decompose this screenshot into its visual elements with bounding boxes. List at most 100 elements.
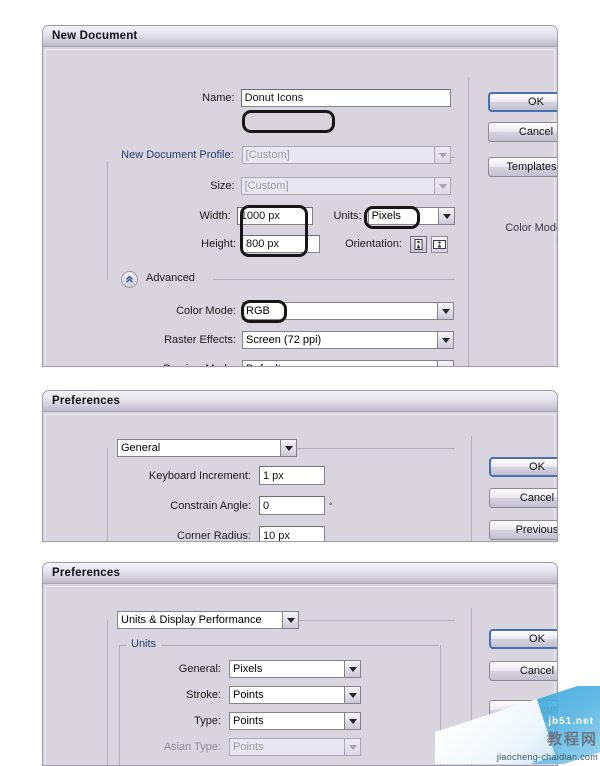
- preview-mode-combo[interactable]: Default: [242, 360, 454, 366]
- units-inner-rule-left: [119, 645, 127, 646]
- units-asian-type-combo: Points: [229, 738, 361, 756]
- chevron-down-icon[interactable]: [437, 331, 454, 349]
- preferences-panel-select[interactable]: Units & Display Performance: [117, 611, 299, 629]
- size-row: Size: [Custom]: [51, 177, 451, 195]
- cancel-button[interactable]: Cancel: [488, 122, 557, 142]
- chevron-down-icon[interactable]: [282, 611, 299, 629]
- chevron-down-icon: [344, 738, 361, 756]
- units-general-combo[interactable]: Pixels: [229, 660, 361, 678]
- width-input[interactable]: 1000 px: [236, 207, 313, 225]
- orientation-buttons: [410, 235, 452, 253]
- advanced-disclosure-icon[interactable]: [121, 271, 138, 288]
- info-color-mode: Color Mode:RGB: [505, 222, 557, 234]
- keyboard-increment-input[interactable]: 1 px: [259, 466, 325, 485]
- new-document-title: New Document: [43, 26, 557, 47]
- size-combo[interactable]: [Custom]: [240, 177, 451, 195]
- units-combo[interactable]: Pixels: [367, 207, 455, 225]
- ok-button[interactable]: OK: [489, 629, 557, 649]
- size-label: Size:: [210, 180, 235, 192]
- ok-button[interactable]: OK: [489, 457, 557, 477]
- chevron-down-icon[interactable]: [344, 660, 361, 678]
- units-stroke-combo[interactable]: Points: [229, 686, 361, 704]
- preferences-panel-select[interactable]: General: [117, 439, 297, 457]
- units-general-row: General: Pixels: [51, 660, 391, 678]
- constrain-angle-label: Constrain Angle:: [170, 499, 251, 512]
- color-mode-combo[interactable]: RGB: [242, 302, 454, 320]
- preview-mode-value: Default: [242, 360, 437, 366]
- screenshot-stage: New Document Name: Donut Icons New Docum…: [0, 0, 600, 766]
- keyboard-increment-row: Keyboard Increment: 1 px: [51, 466, 381, 485]
- previous-button[interactable]: Previous: [489, 520, 557, 540]
- units-asian-type-label: Asian Type:: [163, 741, 221, 753]
- profile-row: New Document Profile: [Custom]: [51, 146, 451, 164]
- units-asian-type-row: Asian Type: Points: [51, 738, 391, 756]
- templates-button[interactable]: Templates...: [488, 157, 557, 177]
- preferences-panel-value: General: [117, 439, 280, 457]
- raster-effects-combo[interactable]: Screen (72 ppi): [242, 331, 454, 349]
- width-label: Width:: [199, 210, 231, 222]
- preferences-units-dialog: Preferences Units & Display Performance …: [42, 562, 558, 766]
- units-stroke-label: Stroke:: [186, 689, 221, 701]
- height-row: Height: 800 px Orientation:: [51, 235, 455, 253]
- preview-mode-label: Preview Mode:: [51, 363, 236, 366]
- button-column-divider: [468, 77, 469, 366]
- raster-effects-label: Raster Effects:: [164, 334, 236, 346]
- raster-effects-value: Screen (72 ppi): [242, 331, 437, 349]
- units-general-label: General:: [178, 663, 221, 675]
- chevron-down-icon[interactable]: [344, 712, 361, 730]
- units-asian-type-value: Points: [229, 738, 344, 756]
- new-document-body: Name: Donut Icons New Document Profile: …: [43, 47, 557, 366]
- units-stroke-value: Points: [229, 686, 344, 704]
- units-general-value: Pixels: [229, 660, 344, 678]
- preferences-general-dialog: Preferences General Keyboard Increment: …: [42, 390, 558, 542]
- landscape-orientation-icon[interactable]: [431, 235, 448, 253]
- cancel-button[interactable]: Cancel: [489, 661, 557, 681]
- profile-combo[interactable]: [Custom]: [241, 146, 451, 164]
- color-mode-row: Color Mode: RGB: [51, 302, 455, 320]
- ok-button[interactable]: OK: [488, 92, 557, 112]
- name-highlight-ring: [242, 110, 335, 133]
- button-column-divider: [471, 608, 472, 765]
- previous-button[interactable]: Previous: [489, 700, 557, 720]
- corner-radius-label: Corner Radius:: [177, 529, 251, 542]
- name-input[interactable]: Donut Icons: [240, 89, 451, 107]
- raster-effects-row: Raster Effects: Screen (72 ppi): [51, 331, 455, 349]
- units-type-combo[interactable]: Points: [229, 712, 361, 730]
- chevron-down-icon[interactable]: [437, 302, 454, 320]
- preferences-general-body: General Keyboard Increment: 1 px Constra…: [43, 412, 557, 541]
- chevron-down-icon[interactable]: [280, 439, 297, 457]
- width-row: Width: 1000 px Units: Pixels: [51, 207, 455, 225]
- constrain-angle-input[interactable]: 0: [259, 496, 325, 515]
- cancel-button[interactable]: Cancel: [489, 488, 557, 508]
- units-value: Pixels: [367, 207, 438, 225]
- units-group-rule: [275, 620, 455, 621]
- chevron-down-icon[interactable]: [434, 146, 451, 164]
- units-label: Units:: [333, 210, 362, 222]
- units-type-value: Points: [229, 712, 344, 730]
- portrait-orientation-icon[interactable]: [410, 235, 427, 253]
- advanced-rule: [213, 279, 455, 280]
- units-type-row: Type: Points: [51, 712, 391, 730]
- height-label: Height:: [201, 238, 236, 250]
- chevron-down-icon[interactable]: [437, 360, 454, 366]
- corner-radius-input[interactable]: 10 px: [259, 526, 325, 541]
- size-value: [Custom]: [240, 177, 434, 195]
- button-column-divider: [471, 436, 472, 541]
- color-mode-label: Color Mode:: [176, 305, 236, 317]
- preferences-units-body: Units & Display Performance Units Genera…: [43, 584, 557, 765]
- chevron-down-icon[interactable]: [438, 207, 455, 225]
- info-ppi: PPI:72: [476, 235, 557, 248]
- constrain-angle-row: Constrain Angle: 0 °: [51, 496, 391, 515]
- name-label: Name:: [202, 92, 235, 104]
- units-stroke-row: Stroke: Points: [51, 686, 391, 704]
- preview-mode-row: Preview Mode: Default: [51, 360, 455, 366]
- profile-value: [Custom]: [241, 146, 434, 164]
- preferences-units-title: Preferences: [43, 563, 557, 584]
- chevron-down-icon[interactable]: [344, 686, 361, 704]
- units-group-label: Units: [127, 638, 161, 650]
- units-type-label: Type:: [194, 715, 221, 727]
- preferences-general-title: Preferences: [43, 391, 557, 412]
- chevron-down-icon[interactable]: [434, 177, 451, 195]
- height-input[interactable]: 800 px: [242, 235, 320, 253]
- name-row: Name: Donut Icons: [51, 89, 451, 107]
